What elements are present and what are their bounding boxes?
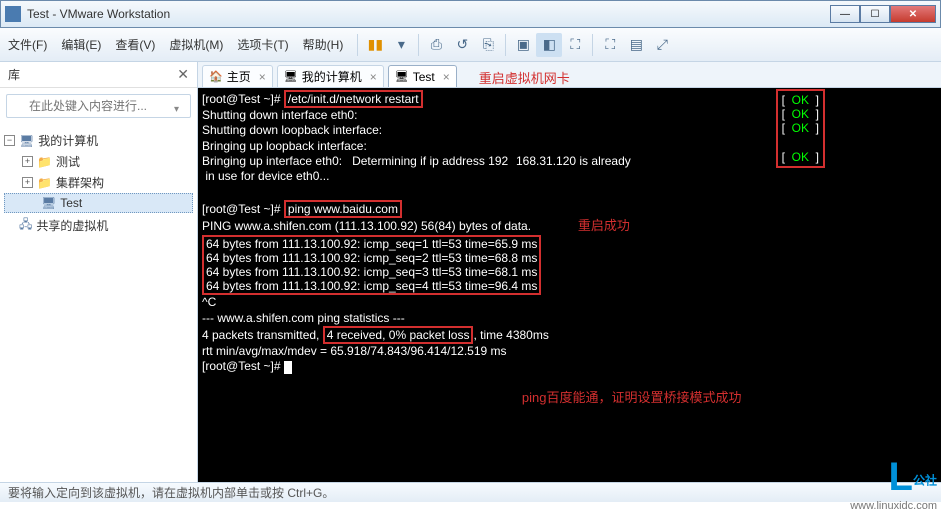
close-tab-icon[interactable]: × <box>443 70 450 84</box>
statusbar: 要将输入定向到该虚拟机，请在虚拟机内部单击或按 Ctrl+G。 <box>0 482 941 502</box>
highlight-cmd2: ping www.baidu.com <box>284 200 402 218</box>
close-tab-icon[interactable]: × <box>370 70 377 84</box>
tab-label: 主页 <box>227 68 251 85</box>
highlight-stats: 4 received, 0% packet loss <box>323 326 474 344</box>
annotation-ok-success: 重启成功 <box>578 218 630 233</box>
app-icon <box>5 6 21 22</box>
folder-icon: 📁 <box>37 176 52 190</box>
annotation-bottom: ping百度能通，证明设置桥接模式成功 <box>522 390 742 405</box>
vm-icon: 🖥 <box>41 196 56 210</box>
folder-icon: 📁 <box>37 155 52 169</box>
shared-icon: 🖧 <box>19 215 32 236</box>
tab-label: Test <box>413 70 435 84</box>
tree-root-label: 我的计算机 <box>38 132 98 149</box>
watermark: L公社 www.linuxidc.com <box>850 455 937 512</box>
vm-icon: 🖥 <box>395 70 409 83</box>
menu-tabs[interactable]: 选项卡(T) <box>237 36 288 53</box>
highlight-ok-block: [ OK ][ OK ][ OK ] [ OK ] <box>776 89 825 168</box>
expand-icon[interactable]: + <box>22 156 33 167</box>
tree-root[interactable]: − 🖥 我的计算机 <box>4 130 193 151</box>
tree-item-selected[interactable]: 🖥 Test <box>4 193 193 213</box>
tabs: 🏠 主页 × 🖥 我的计算机 × 🖥 Test × 重启虚拟机网卡 <box>198 62 941 88</box>
close-button[interactable]: ✕ <box>890 5 936 23</box>
maximize-button[interactable]: ☐ <box>860 5 890 23</box>
highlight-ping-rows: 64 bytes from 111.13.100.92: icmp_seq=1 … <box>202 235 541 296</box>
sidebar-close-icon[interactable]: ✕ <box>177 66 189 83</box>
dropdown-button[interactable]: ▾ <box>388 33 414 57</box>
tree-item-label: Test <box>60 196 82 210</box>
tree: − 🖥 我的计算机 + 📁 测试 + 📁 集群架构 🖥 Test 🖧 <box>0 124 197 244</box>
menu-file[interactable]: 文件(F) <box>8 36 47 53</box>
computer-icon: 🖥 <box>284 70 298 83</box>
menu-edit[interactable]: 编辑(E) <box>61 36 101 53</box>
tree-shared-label: 共享的虚拟机 <box>36 217 108 234</box>
close-tab-icon[interactable]: × <box>259 70 266 84</box>
menu-help[interactable]: 帮助(H) <box>303 36 344 53</box>
revert-button[interactable]: ↺ <box>449 33 475 57</box>
terminal[interactable]: [root@Test ~]# /etc/init.d/network resta… <box>198 88 941 482</box>
status-text: 要将输入定向到该虚拟机，请在虚拟机内部单击或按 Ctrl+G。 <box>8 484 334 501</box>
pause-button[interactable]: ▮▮ <box>362 33 388 57</box>
window-titlebar: Test - VMware Workstation — ☐ ✕ <box>0 0 941 28</box>
unity-button[interactable]: ▤ <box>623 33 649 57</box>
tree-item[interactable]: + 📁 测试 <box>4 151 193 172</box>
menu-view[interactable]: 查看(V) <box>115 36 155 53</box>
sidebar-title: 库 <box>8 66 20 83</box>
annotation-top: 重启虚拟机网卡 <box>479 68 570 87</box>
sidebar: 库 ✕ − 🖥 我的计算机 + 📁 测试 + 📁 集群架构 <box>0 62 198 482</box>
window-title: Test - VMware Workstation <box>27 7 830 21</box>
cursor-icon <box>284 361 292 374</box>
manage-button[interactable]: ⎘ <box>475 33 501 57</box>
tab-test[interactable]: 🖥 Test × <box>388 65 457 87</box>
tab-home[interactable]: 🏠 主页 × <box>202 65 273 87</box>
view3-button[interactable]: ⛶ <box>562 33 588 57</box>
tree-item-label: 测试 <box>56 153 80 170</box>
highlight-cmd1: /etc/init.d/network restart <box>284 90 423 108</box>
view1-button[interactable]: ▣ <box>510 33 536 57</box>
fullscreen-button[interactable]: ⛶ <box>597 33 623 57</box>
menu-vm[interactable]: 虚拟机(M) <box>169 36 223 53</box>
expand-icon[interactable]: + <box>22 177 33 188</box>
search-input[interactable] <box>6 94 191 118</box>
snapshot-button[interactable]: ⎙ <box>423 33 449 57</box>
view2-button[interactable]: ◧ <box>536 33 562 57</box>
tree-item[interactable]: + 📁 集群架构 <box>4 172 193 193</box>
computer-icon: 🖥 <box>19 134 34 148</box>
tab-label: 我的计算机 <box>302 68 362 85</box>
expand-button[interactable]: ⤢ <box>649 33 675 57</box>
home-icon: 🏠 <box>209 70 223 83</box>
tree-item-label: 集群架构 <box>56 174 104 191</box>
collapse-icon[interactable]: − <box>4 135 15 146</box>
tab-computer[interactable]: 🖥 我的计算机 × <box>277 65 384 87</box>
minimize-button[interactable]: — <box>830 5 860 23</box>
tree-shared[interactable]: 🖧 共享的虚拟机 <box>4 213 193 238</box>
